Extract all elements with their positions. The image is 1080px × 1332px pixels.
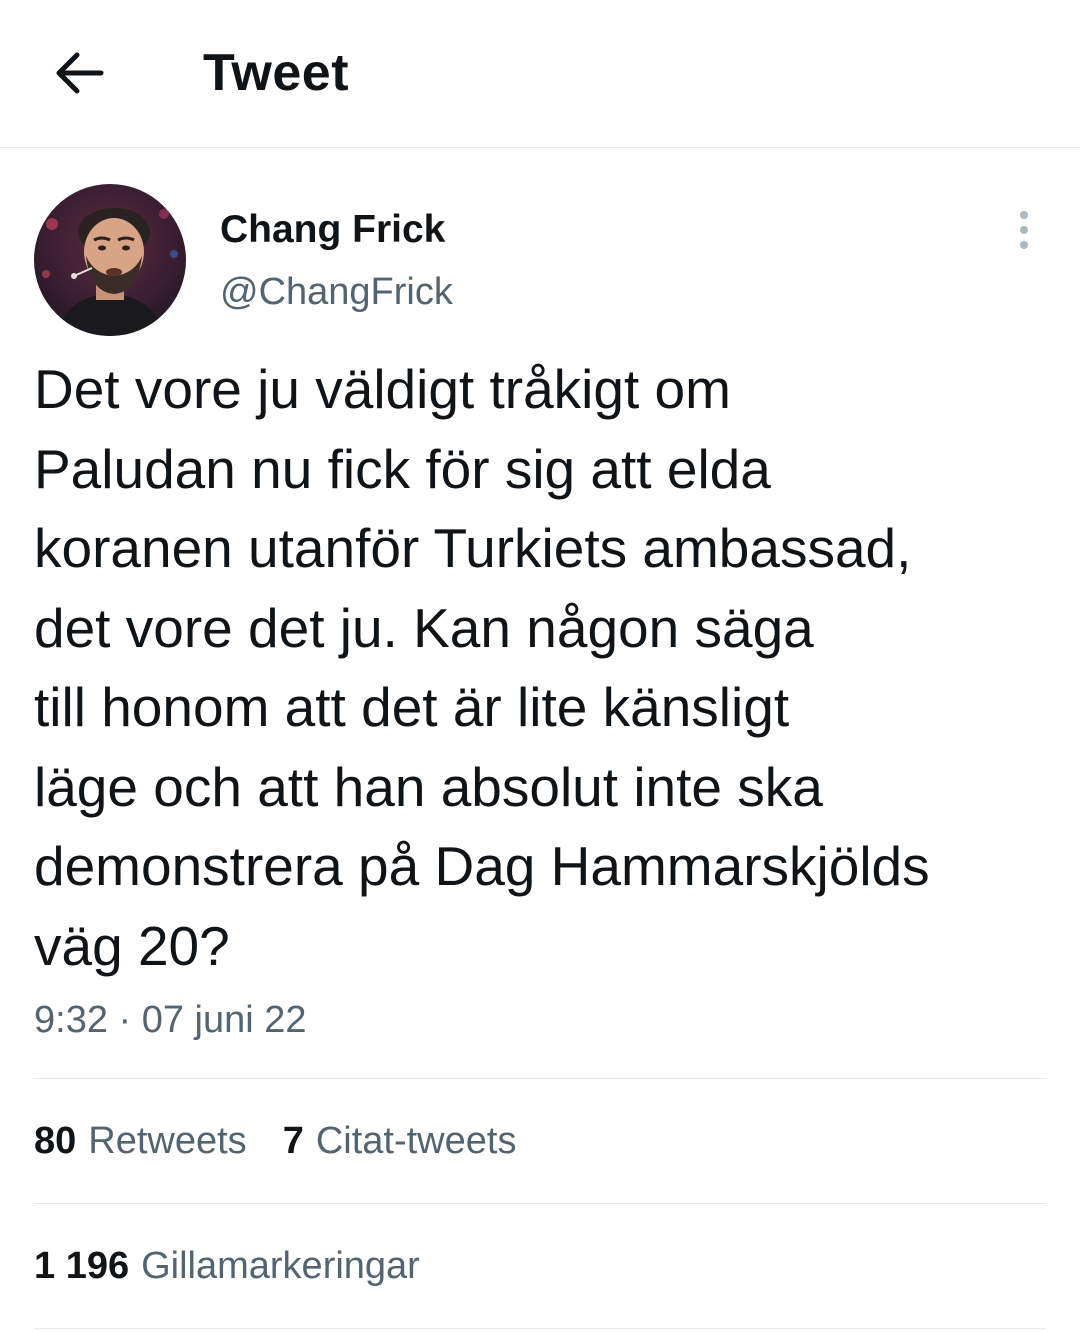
tweet-text-line: till honom att det är lite känsligt (34, 676, 790, 738)
tweet-text-line: väg 20? (34, 914, 230, 977)
back-button[interactable] (44, 38, 114, 108)
author-name[interactable]: Chang Frick (220, 204, 445, 256)
tweet-text-line: det vore det ju. Kan någon säga (34, 596, 814, 659)
tweet-text-line: koranen utanför Turkiets ambassad, (34, 517, 912, 579)
tweet-timestamp[interactable]: 9:32 · 07 juni 22 (34, 994, 307, 1046)
avatar[interactable] (34, 184, 186, 336)
likes-label: Gillamarkeringar (141, 1245, 420, 1287)
retweets-count: 80 (34, 1120, 77, 1162)
tweet-text: Det vore ju väldigt tråkigt om Paludan n… (34, 350, 1054, 986)
divider (34, 1078, 1046, 1079)
divider (34, 1203, 1046, 1204)
divider (34, 1328, 1046, 1329)
likes-stat[interactable]: 1 196 Gillamarkeringar (34, 1240, 420, 1292)
tweet-text-line: läge och att han absolut inte ska (34, 755, 823, 818)
likes-stats-row: 1 196 Gillamarkeringar (34, 1240, 456, 1292)
tweet-text-line: Paludan nu fick för sig att elda (34, 437, 771, 500)
tweet-text-line: demonstrera på Dag Hammarskjölds (34, 835, 930, 897)
top-bar: Tweet (0, 0, 1080, 148)
likes-count: 1 196 (34, 1245, 130, 1287)
more-options-button[interactable] (1004, 206, 1044, 254)
retweet-stats-row: 80 Retweets 7 Citat-tweets (34, 1115, 552, 1167)
arrow-left-icon (56, 52, 104, 94)
avatar-image (34, 184, 186, 336)
more-vertical-icon (1020, 211, 1028, 249)
quote-tweets-stat[interactable]: 7 Citat-tweets (283, 1115, 517, 1167)
page-title: Tweet (203, 44, 350, 102)
quote-tweets-count: 7 (282, 1120, 304, 1162)
retweets-label: Retweets (88, 1120, 247, 1162)
tweet-text-line: Det vore ju väldigt tråkigt om (34, 358, 731, 420)
retweets-stat[interactable]: 80 Retweets (34, 1115, 247, 1167)
author-handle[interactable]: @ChangFrick (220, 266, 453, 318)
quote-tweets-label: Citat-tweets (315, 1120, 517, 1162)
